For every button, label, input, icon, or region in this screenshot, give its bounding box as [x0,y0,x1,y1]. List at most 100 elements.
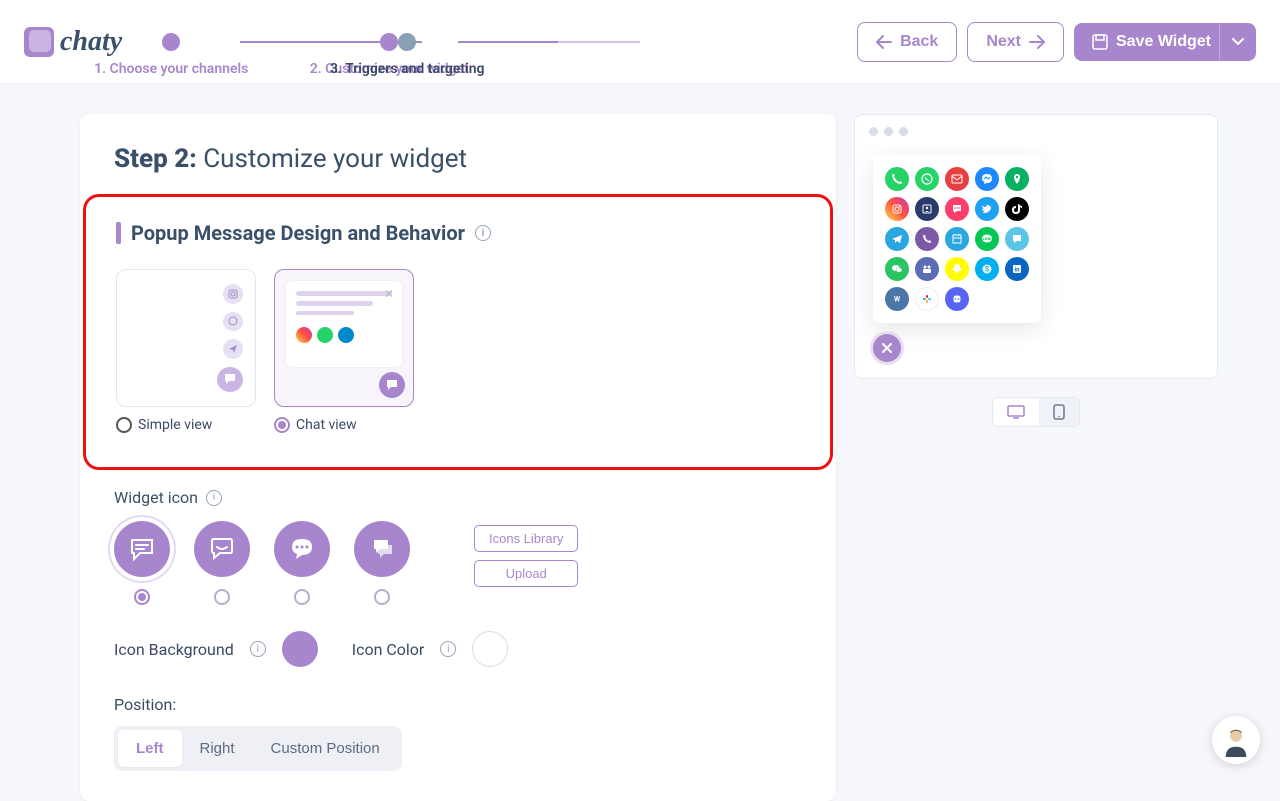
radio-icon [374,589,390,605]
teams-icon[interactable] [915,257,939,281]
phone-icon[interactable] [885,167,909,191]
tg-icon[interactable] [885,227,909,251]
position-segmented: Left Right Custom Position [114,726,402,771]
text-line [296,311,354,315]
chat-icon[interactable] [1005,227,1029,251]
step-2[interactable]: 2. Customize your widget [380,33,398,51]
simple-view-radio[interactable]: Simple view [116,417,256,433]
support-avatar[interactable] [1212,716,1260,764]
svg-text:W: W [894,296,901,304]
step-1[interactable]: 1. Choose your channels [162,33,180,51]
snap-icon[interactable] [945,257,969,281]
view-option-simple[interactable]: Simple view [116,269,256,433]
arrow-left-icon [876,35,892,49]
view-mode-options: Simple view ✕ [116,269,800,433]
position-custom-button[interactable]: Custom Position [253,730,398,767]
back-button[interactable]: Back [857,22,957,62]
close-fab[interactable] [873,334,901,362]
upload-button[interactable]: Upload [474,560,578,587]
radio-label: Chat view [296,417,357,433]
step-dot-icon [380,33,398,51]
title-rest: Customize your widget [197,144,467,174]
close-icon [881,342,893,354]
chat-bubble-icon [114,521,170,577]
mobile-icon [1053,404,1065,420]
radio-icon [134,589,150,605]
section-heading: Popup Message Design and Behavior i [116,221,800,245]
whatsapp-icon [223,312,243,332]
instagram-icon [223,284,243,304]
whatsapp-icon [317,327,333,343]
info-icon[interactable]: i [250,641,266,657]
mobile-view-button[interactable] [1039,398,1079,426]
msgr-icon[interactable] [975,167,999,191]
icon-bg-swatch[interactable] [282,631,318,667]
map-icon[interactable] [1005,167,1029,191]
slack-icon[interactable] [915,287,939,311]
preview-panel: LINE Sin W [854,114,1218,801]
card-icon[interactable] [915,197,939,221]
wa-icon[interactable] [915,167,939,191]
save-dropdown-button[interactable] [1219,23,1256,61]
avatar-icon [1219,723,1253,757]
info-icon[interactable]: i [475,225,491,241]
popup-design-section: Popup Message Design and Behavior i [83,194,833,470]
desktop-view-button[interactable] [993,398,1039,426]
next-button[interactable]: Next [967,22,1064,62]
arrow-right-icon [1029,35,1045,49]
cal-icon[interactable] [945,227,969,251]
save-label: Save Widget [1116,33,1211,51]
telegram-icon [223,339,243,359]
icon-color-label: Icon Color [352,640,425,659]
progress-steps: 1. Choose your channels 2. Customize you… [162,33,857,51]
icon-option-1[interactable] [114,521,170,605]
back-label: Back [900,33,938,51]
dots-chat-icon [274,521,330,577]
position-right-button[interactable]: Right [182,730,253,767]
label-text: Widget icon [114,488,198,507]
chat-bubble-icon [217,367,243,392]
chat-fab-icon [379,372,405,398]
mail-icon[interactable] [945,167,969,191]
sms-icon[interactable] [945,197,969,221]
disc-icon[interactable] [945,287,969,311]
save-widget-button[interactable]: Save Widget [1074,23,1229,61]
section-label: Widget icon i [114,488,802,507]
tw-icon[interactable] [975,197,999,221]
chevron-down-icon [1232,38,1244,46]
step-dot-icon [162,33,180,51]
vk-icon[interactable]: W [885,287,909,311]
line-icon[interactable]: LINE [975,227,999,251]
instagram-icon [296,327,312,343]
position-left-button[interactable]: Left [118,730,182,767]
icon-color-swatch[interactable] [472,631,508,667]
tk-icon[interactable] [1005,197,1029,221]
info-icon[interactable]: i [440,641,456,657]
icon-option-3[interactable] [274,521,330,605]
vb-icon[interactable] [915,227,939,251]
position-label: Position: [114,695,802,714]
desktop-icon [1007,405,1025,419]
radio-icon [274,417,290,433]
step-connector [458,41,558,43]
color-settings: Icon Background i Icon Color i [114,631,802,667]
view-option-chat[interactable]: ✕ [274,269,414,433]
skype-icon[interactable]: S [975,257,999,281]
icon-option-2[interactable] [194,521,250,605]
window-controls-icon [855,115,1217,148]
chat-view-radio[interactable]: Chat view [274,417,414,433]
page-title: Step 2: Customize your widget [80,114,836,194]
li-icon[interactable]: in [1005,257,1029,281]
section-title-text: Popup Message Design and Behavior [131,221,465,245]
device-toggle [854,397,1218,427]
step-3[interactable]: 3. Triggers and targeting [398,33,416,51]
icon-option-4[interactable] [354,521,410,605]
ig-icon[interactable] [885,197,909,221]
settings-panel: Step 2: Customize your widget Popup Mess… [80,114,836,801]
text-line [296,301,373,306]
icons-library-button[interactable]: Icons Library [474,525,578,552]
wc-icon[interactable] [885,257,909,281]
info-icon[interactable]: i [206,490,222,506]
icon-choices: Icons Library Upload [114,521,802,605]
app-header: chaty 1. Choose your channels 2. Customi… [0,0,1280,84]
